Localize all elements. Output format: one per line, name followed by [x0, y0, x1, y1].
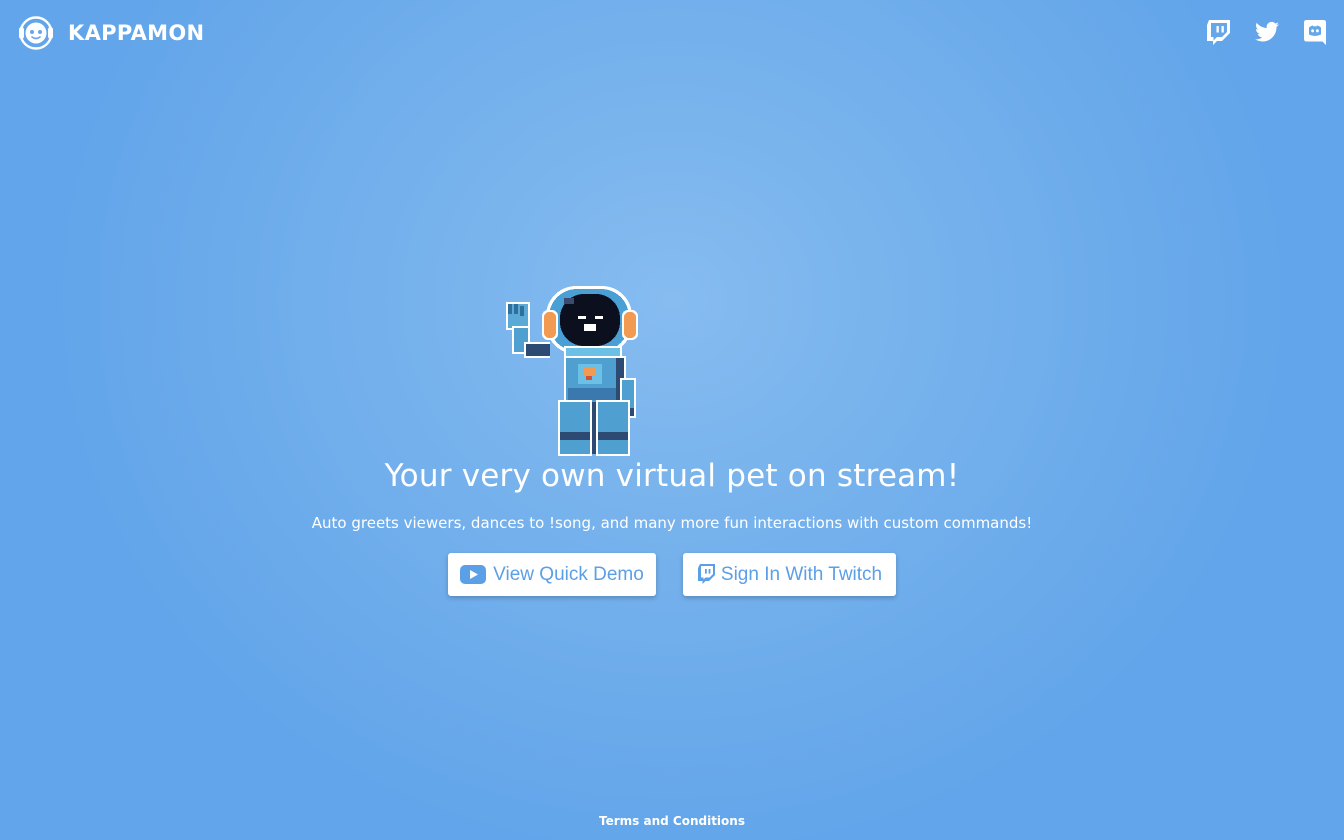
sign-in-twitch-label: Sign In With Twitch [720, 563, 883, 585]
twitter-icon [1255, 21, 1279, 42]
view-demo-button[interactable]: View Quick Demo [448, 553, 656, 596]
footer: Terms and Conditions [0, 814, 1344, 828]
top-bar: KAPPAMON [0, 0, 1344, 66]
discord-link[interactable] [1300, 17, 1330, 47]
view-demo-label: View Quick Demo [493, 563, 644, 585]
terms-link[interactable]: Terms and Conditions [599, 814, 745, 828]
sign-in-twitch-button[interactable]: Sign In With Twitch [683, 553, 896, 596]
brand-name: KAPPAMON [68, 21, 205, 45]
brand-home-link[interactable]: KAPPAMON [16, 14, 204, 52]
hero-subtitle: Auto greets viewers, dances to !song, an… [311, 514, 1033, 532]
discord-icon [1304, 20, 1326, 45]
kappamon-logo-icon [19, 16, 53, 50]
hero-headline: Your very own virtual pet on stream! [384, 458, 960, 494]
astronaut-mascot-image [506, 286, 638, 456]
youtube-icon [460, 565, 487, 584]
twitch-link[interactable] [1204, 17, 1234, 47]
twitter-link[interactable] [1252, 17, 1282, 47]
twitch-icon [697, 564, 716, 585]
social-links [1204, 17, 1330, 47]
twitch-icon [1207, 20, 1230, 45]
